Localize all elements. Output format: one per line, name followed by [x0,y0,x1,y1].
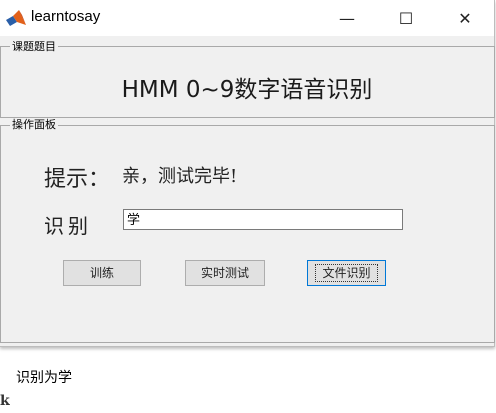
close-button[interactable]: ✕ [436,0,494,36]
operation-panel-legend: 操作面板 [10,118,58,131]
maximize-icon: ☐ [398,8,414,28]
train-button[interactable]: 训练 [63,260,141,286]
file-recognize-label: 文件识别 [315,264,378,282]
minimize-button[interactable]: — [318,0,376,36]
topic-panel-legend: 课题题目 [10,40,58,53]
close-icon: ✕ [458,8,472,28]
app-window: learntosay — ☐ ✕ 课题题目 HMM 0~9数字语音识别 操作面板… [0,0,495,347]
live-test-button[interactable]: 实时测试 [185,260,265,286]
minimize-icon: — [339,8,355,28]
topic-heading: HMM 0~9数字语音识别 [121,77,373,103]
hint-label: 提示： [44,167,111,192]
title-bar[interactable]: learntosay — ☐ ✕ [0,0,494,36]
maximize-button[interactable]: ☐ [377,0,435,36]
result-field[interactable]: 学 [123,209,403,230]
result-label: 识别 [44,214,92,238]
matlab-icon [6,10,26,26]
hint-value: 亲，测试完毕! [122,166,238,187]
file-recognize-button[interactable]: 文件识别 [307,260,386,286]
console-edge-glyph: k [0,393,10,409]
window-title: learntosay [31,8,101,25]
console-output: 识别为学 [16,370,72,386]
